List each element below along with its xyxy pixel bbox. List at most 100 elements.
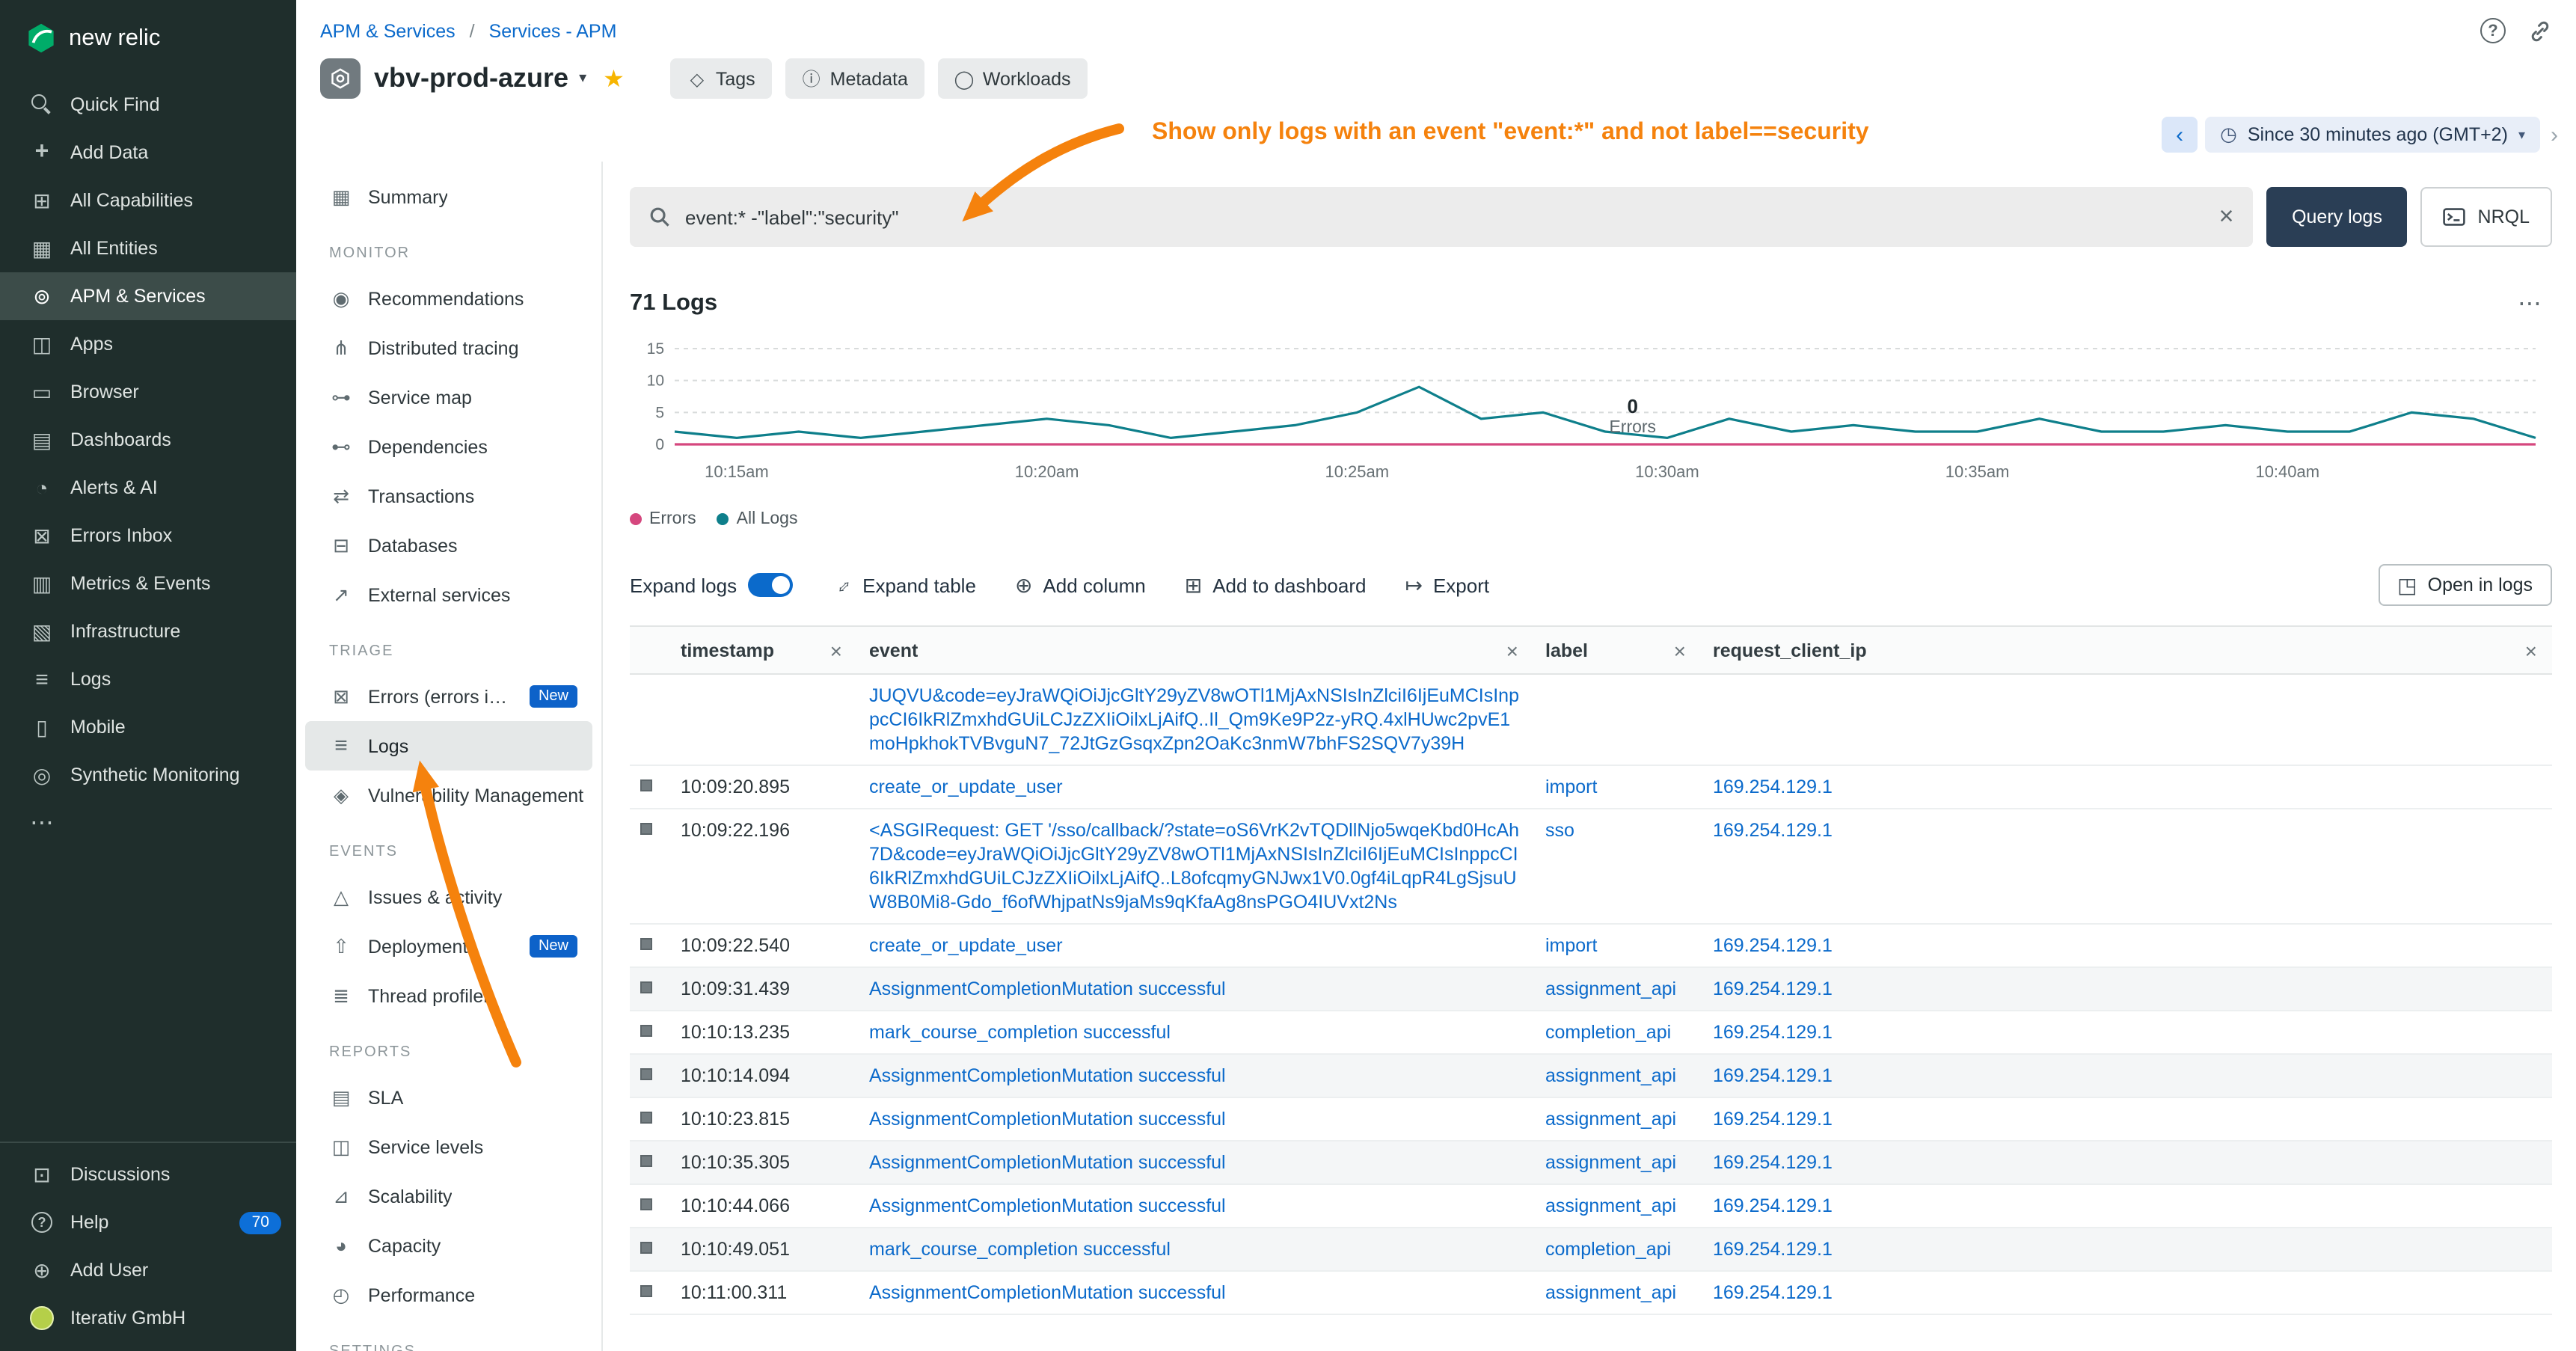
column-header-event[interactable]: event × (857, 627, 1533, 673)
entity-nav-item[interactable]: Service levels (296, 1122, 601, 1171)
global-nav-item[interactable]: Browser (0, 368, 296, 416)
time-range-button[interactable]: ◷ Since 30 minutes ago (GMT+2) ▾ (2205, 117, 2540, 153)
global-nav-item[interactable]: Synthetic Monitoring (0, 751, 296, 799)
global-nav-item[interactable]: APM & Services (0, 272, 296, 320)
log-label-link[interactable]: assignment_api (1545, 978, 1676, 999)
log-ip-link[interactable]: 169.254.129.1 (1713, 1195, 1833, 1216)
log-label-link[interactable]: assignment_api (1545, 1109, 1676, 1130)
export-button[interactable]: ↦ Export (1405, 572, 1489, 598)
column-header-label[interactable]: label × (1533, 627, 1701, 673)
log-event-link[interactable]: AssignmentCompletionMutation successful (869, 978, 1226, 999)
global-nav-item[interactable]: Quick Find (0, 81, 296, 129)
entity-nav-item[interactable]: Issues & activity (296, 872, 601, 922)
new-relic-logo[interactable]: new relic (0, 0, 296, 69)
column-header-request-client-ip[interactable]: request_client_ip × (1701, 627, 2552, 673)
remove-column-icon[interactable]: × (2525, 638, 2537, 662)
legend-item[interactable]: Errors (630, 510, 696, 528)
global-nav-item[interactable]: Dashboards (0, 416, 296, 464)
global-nav-item[interactable]: Errors Inbox (0, 512, 296, 560)
log-label-link[interactable]: assignment_api (1545, 1152, 1676, 1173)
query-logs-button[interactable]: Query logs (2267, 187, 2408, 247)
expand-table-button[interactable]: ⇔ Expand table (831, 573, 976, 597)
entity-nav-item[interactable]: SLA (296, 1073, 601, 1122)
log-row[interactable]: JUQVU&code=eyJraWQiOiJjcGltY29yZV8wOTl1M… (630, 675, 2552, 766)
log-row[interactable]: 10:09:22.540 create_or_update_user impor… (630, 925, 2552, 968)
help-icon[interactable]: ? (2480, 18, 2506, 43)
log-row[interactable]: 10:10:13.235 mark_course_completion succ… (630, 1011, 2552, 1055)
entity-nav-item[interactable]: Recommendations (296, 274, 601, 323)
log-query-input[interactable]: event:* -"label":"security" × (630, 187, 2254, 247)
global-nav-item[interactable]: All Capabilities (0, 177, 296, 224)
log-label-link[interactable]: assignment_api (1545, 1282, 1676, 1303)
chevron-down-icon[interactable]: ▾ (579, 70, 586, 87)
logs-timeline-chart[interactable]: 05101510:15am10:20am10:25am10:30am10:35a… (630, 337, 2552, 489)
add-to-dashboard-button[interactable]: ⊞ Add to dashboard (1185, 572, 1367, 598)
log-row[interactable]: 10:10:44.066 AssignmentCompletionMutatio… (630, 1185, 2552, 1228)
log-label-link[interactable]: assignment_api (1545, 1065, 1676, 1086)
global-nav-footer-item[interactable]: Add User (0, 1246, 296, 1294)
global-nav-item[interactable]: All Entities (0, 224, 296, 272)
log-ip-link[interactable]: 169.254.129.1 (1713, 820, 1833, 841)
entity-nav-item[interactable]: Service map (296, 373, 601, 422)
log-label-link[interactable]: completion_api (1545, 1022, 1671, 1043)
expand-logs-toggle[interactable]: Expand logs (630, 573, 792, 597)
entity-nav-item[interactable]: Thread profiler (296, 971, 601, 1020)
log-event-link[interactable]: mark_course_completion successful (869, 1239, 1171, 1260)
entity-nav-item[interactable]: Errors (errors inb... New (296, 672, 601, 721)
log-event-link[interactable]: <ASGIRequest: GET '/sso/callback/?state=… (869, 820, 1519, 913)
column-header-timestamp[interactable]: timestamp × (669, 627, 857, 673)
nrql-button[interactable]: NRQL (2421, 187, 2552, 247)
global-nav-item[interactable]: Mobile (0, 703, 296, 751)
log-event-link[interactable]: AssignmentCompletionMutation successful (869, 1065, 1226, 1086)
entity-action-button[interactable]: Tags (671, 58, 772, 99)
add-column-button[interactable]: ⊕ Add column (1015, 572, 1146, 598)
global-nav-item[interactable]: Infrastructure (0, 607, 296, 655)
log-event-link[interactable]: mark_course_completion successful (869, 1022, 1171, 1043)
legend-item[interactable]: All Logs (717, 510, 798, 528)
entity-action-button[interactable]: Metadata (785, 58, 924, 99)
log-ip-link[interactable]: 169.254.129.1 (1713, 978, 1833, 999)
entity-nav-item[interactable]: Logs (305, 721, 592, 771)
entity-nav-item[interactable]: Summary (296, 172, 601, 221)
remove-column-icon[interactable]: × (1674, 638, 1686, 662)
entity-nav-item[interactable]: Performance (296, 1270, 601, 1320)
log-row[interactable]: 10:10:23.815 AssignmentCompletionMutatio… (630, 1098, 2552, 1142)
log-ip-link[interactable]: 169.254.129.1 (1713, 1152, 1833, 1173)
log-event-link[interactable]: AssignmentCompletionMutation successful (869, 1282, 1226, 1303)
log-event-link[interactable]: create_or_update_user (869, 776, 1063, 797)
log-ip-link[interactable]: 169.254.129.1 (1713, 1065, 1833, 1086)
entity-nav-item[interactable]: Deployments New (296, 922, 601, 971)
global-nav-item[interactable]: Logs (0, 655, 296, 703)
log-ip-link[interactable]: 169.254.129.1 (1713, 1109, 1833, 1130)
log-event-link[interactable]: AssignmentCompletionMutation successful (869, 1195, 1226, 1216)
breadcrumb-link-apm-services[interactable]: APM & Services (320, 20, 456, 41)
log-label-link[interactable]: sso (1545, 820, 1574, 841)
time-back-button[interactable]: ‹ (2162, 117, 2198, 153)
remove-column-icon[interactable]: × (1506, 638, 1518, 662)
open-in-logs-button[interactable]: ◳ Open in logs (2378, 564, 2552, 606)
log-event-link[interactable]: create_or_update_user (869, 935, 1063, 956)
entity-title[interactable]: vbv-prod-azure (374, 63, 568, 94)
global-nav-item[interactable]: Alerts & AI (0, 464, 296, 512)
entity-nav-item[interactable]: Transactions (296, 471, 601, 521)
log-event-link[interactable]: JUQVU&code=eyJraWQiOiJjcGltY29yZV8wOTl1M… (869, 685, 1519, 754)
global-nav-item[interactable]: Metrics & Events (0, 560, 296, 607)
entity-nav-item[interactable]: External services (296, 570, 601, 619)
time-forward-button[interactable]: › (2551, 122, 2558, 147)
log-ip-link[interactable]: 169.254.129.1 (1713, 1239, 1833, 1260)
log-event-link[interactable]: AssignmentCompletionMutation successful (869, 1109, 1226, 1130)
favorite-star-icon[interactable]: ★ (603, 64, 625, 94)
breadcrumb-link-services-apm[interactable]: Services - APM (489, 20, 617, 41)
global-nav-item[interactable]: Apps (0, 320, 296, 368)
log-row[interactable]: 10:10:14.094 AssignmentCompletionMutatio… (630, 1055, 2552, 1098)
remove-column-icon[interactable]: × (830, 638, 842, 662)
global-nav-footer-item[interactable]: Iterativ GmbH (0, 1294, 296, 1342)
entity-action-button[interactable]: Workloads (938, 58, 1088, 99)
entity-nav-item[interactable]: Vulnerability Management (296, 771, 601, 820)
log-event-link[interactable]: AssignmentCompletionMutation successful (869, 1152, 1226, 1173)
entity-nav-item[interactable]: Distributed tracing (296, 323, 601, 373)
log-row[interactable]: 10:09:22.196 <ASGIRequest: GET '/sso/cal… (630, 809, 2552, 925)
entity-nav-item[interactable]: Capacity (296, 1221, 601, 1270)
global-nav-item[interactable]: Add Data (0, 129, 296, 177)
global-nav-footer-item[interactable]: Discussions (0, 1151, 296, 1198)
